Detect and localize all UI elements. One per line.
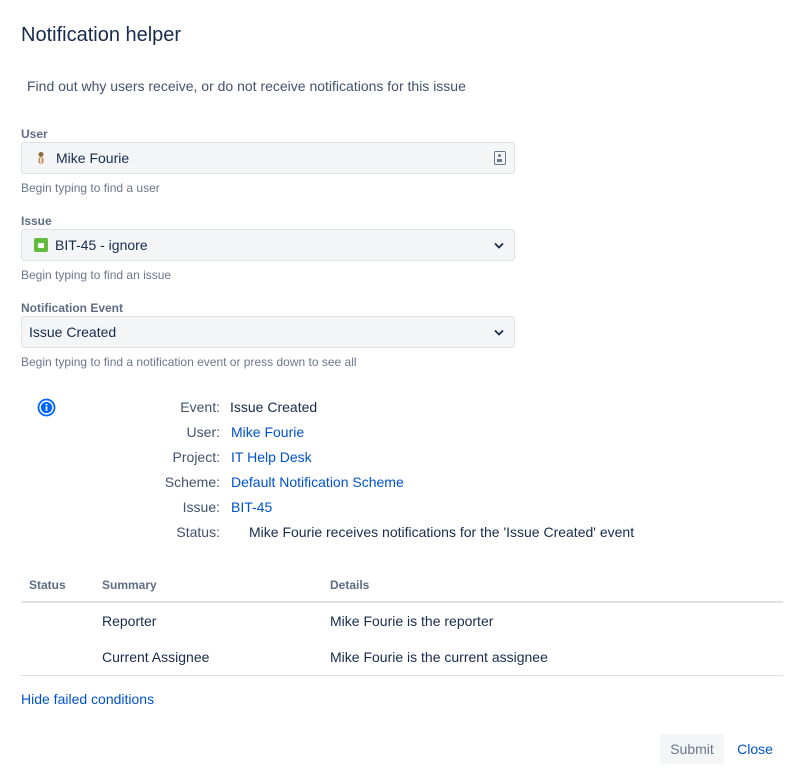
detail-row-status: Status: Mike Fourie receives notificatio… [150,524,750,542]
table-row: Current Assignee Mike Fourie is the curr… [21,649,783,669]
detail-label: Issue: [182,499,220,515]
detail-row-issue: Issue: BIT-45 [150,499,650,517]
detail-user-link[interactable]: Mike Fourie [231,424,304,440]
detail-row-project: Project: IT Help Desk [150,449,650,467]
detail-row-user: User: Mike Fourie [150,424,650,442]
table-cell-summary: Reporter [102,613,157,629]
hide-failed-conditions-link[interactable]: Hide failed conditions [21,691,154,707]
detail-project-link[interactable]: IT Help Desk [231,449,312,465]
table-cell-details: Mike Fourie is the current assignee [330,649,548,665]
user-picker[interactable]: Mike Fourie [21,142,515,174]
detail-label: Project: [172,449,220,465]
event-field-label: Notification Event [21,301,124,315]
table-header-status: Status [29,578,66,592]
issue-field-label: Issue [21,214,52,228]
dialog-subtitle: Find out why users receive, or do not re… [27,78,466,94]
table-header-divider [21,601,783,603]
issue-type-icon [34,238,48,252]
table-cell-summary: Current Assignee [102,649,210,665]
table-cell-details: Mike Fourie is the reporter [330,613,494,629]
event-select[interactable]: Issue Created [21,316,515,348]
issue-field-help: Begin typing to find an issue [21,268,172,282]
issue-picker-value: BIT-45 - ignore [55,237,148,253]
detail-scheme-link[interactable]: Default Notification Scheme [231,474,404,490]
table-bottom-divider [21,675,783,676]
info-icon [37,398,56,417]
chevron-down-icon[interactable] [492,238,506,252]
dialog-title: Notification helper [21,24,182,46]
detail-event-value: Issue Created [230,399,318,415]
detail-label: Scheme: [164,474,220,490]
chevron-down-icon[interactable] [492,325,506,339]
table-row: Reporter Mike Fourie is the reporter [21,613,783,633]
close-button[interactable]: Close [733,734,777,764]
user-field-help: Begin typing to find a user [21,181,160,195]
detail-status-value: Mike Fourie receives notifications for t… [249,524,635,540]
detail-row-scheme: Scheme: Default Notification Scheme [150,474,650,492]
detail-label: Status: [176,524,220,540]
user-avatar-icon [34,151,48,165]
table-header-details: Details [330,578,370,592]
detail-label: Event: [180,399,220,415]
issue-picker[interactable]: BIT-45 - ignore [21,229,515,261]
detail-row-event: Event: Issue Created [150,399,650,417]
table-header-summary: Summary [102,578,157,592]
event-select-value: Issue Created [29,324,117,340]
user-field-label: User [21,127,48,141]
submit-button[interactable]: Submit [660,734,724,764]
event-field-help: Begin typing to find a notification even… [21,355,357,369]
detail-label: User: [186,424,220,440]
user-card-icon[interactable] [494,151,506,165]
user-picker-value: Mike Fourie [56,150,130,166]
detail-issue-link[interactable]: BIT-45 [231,499,272,515]
